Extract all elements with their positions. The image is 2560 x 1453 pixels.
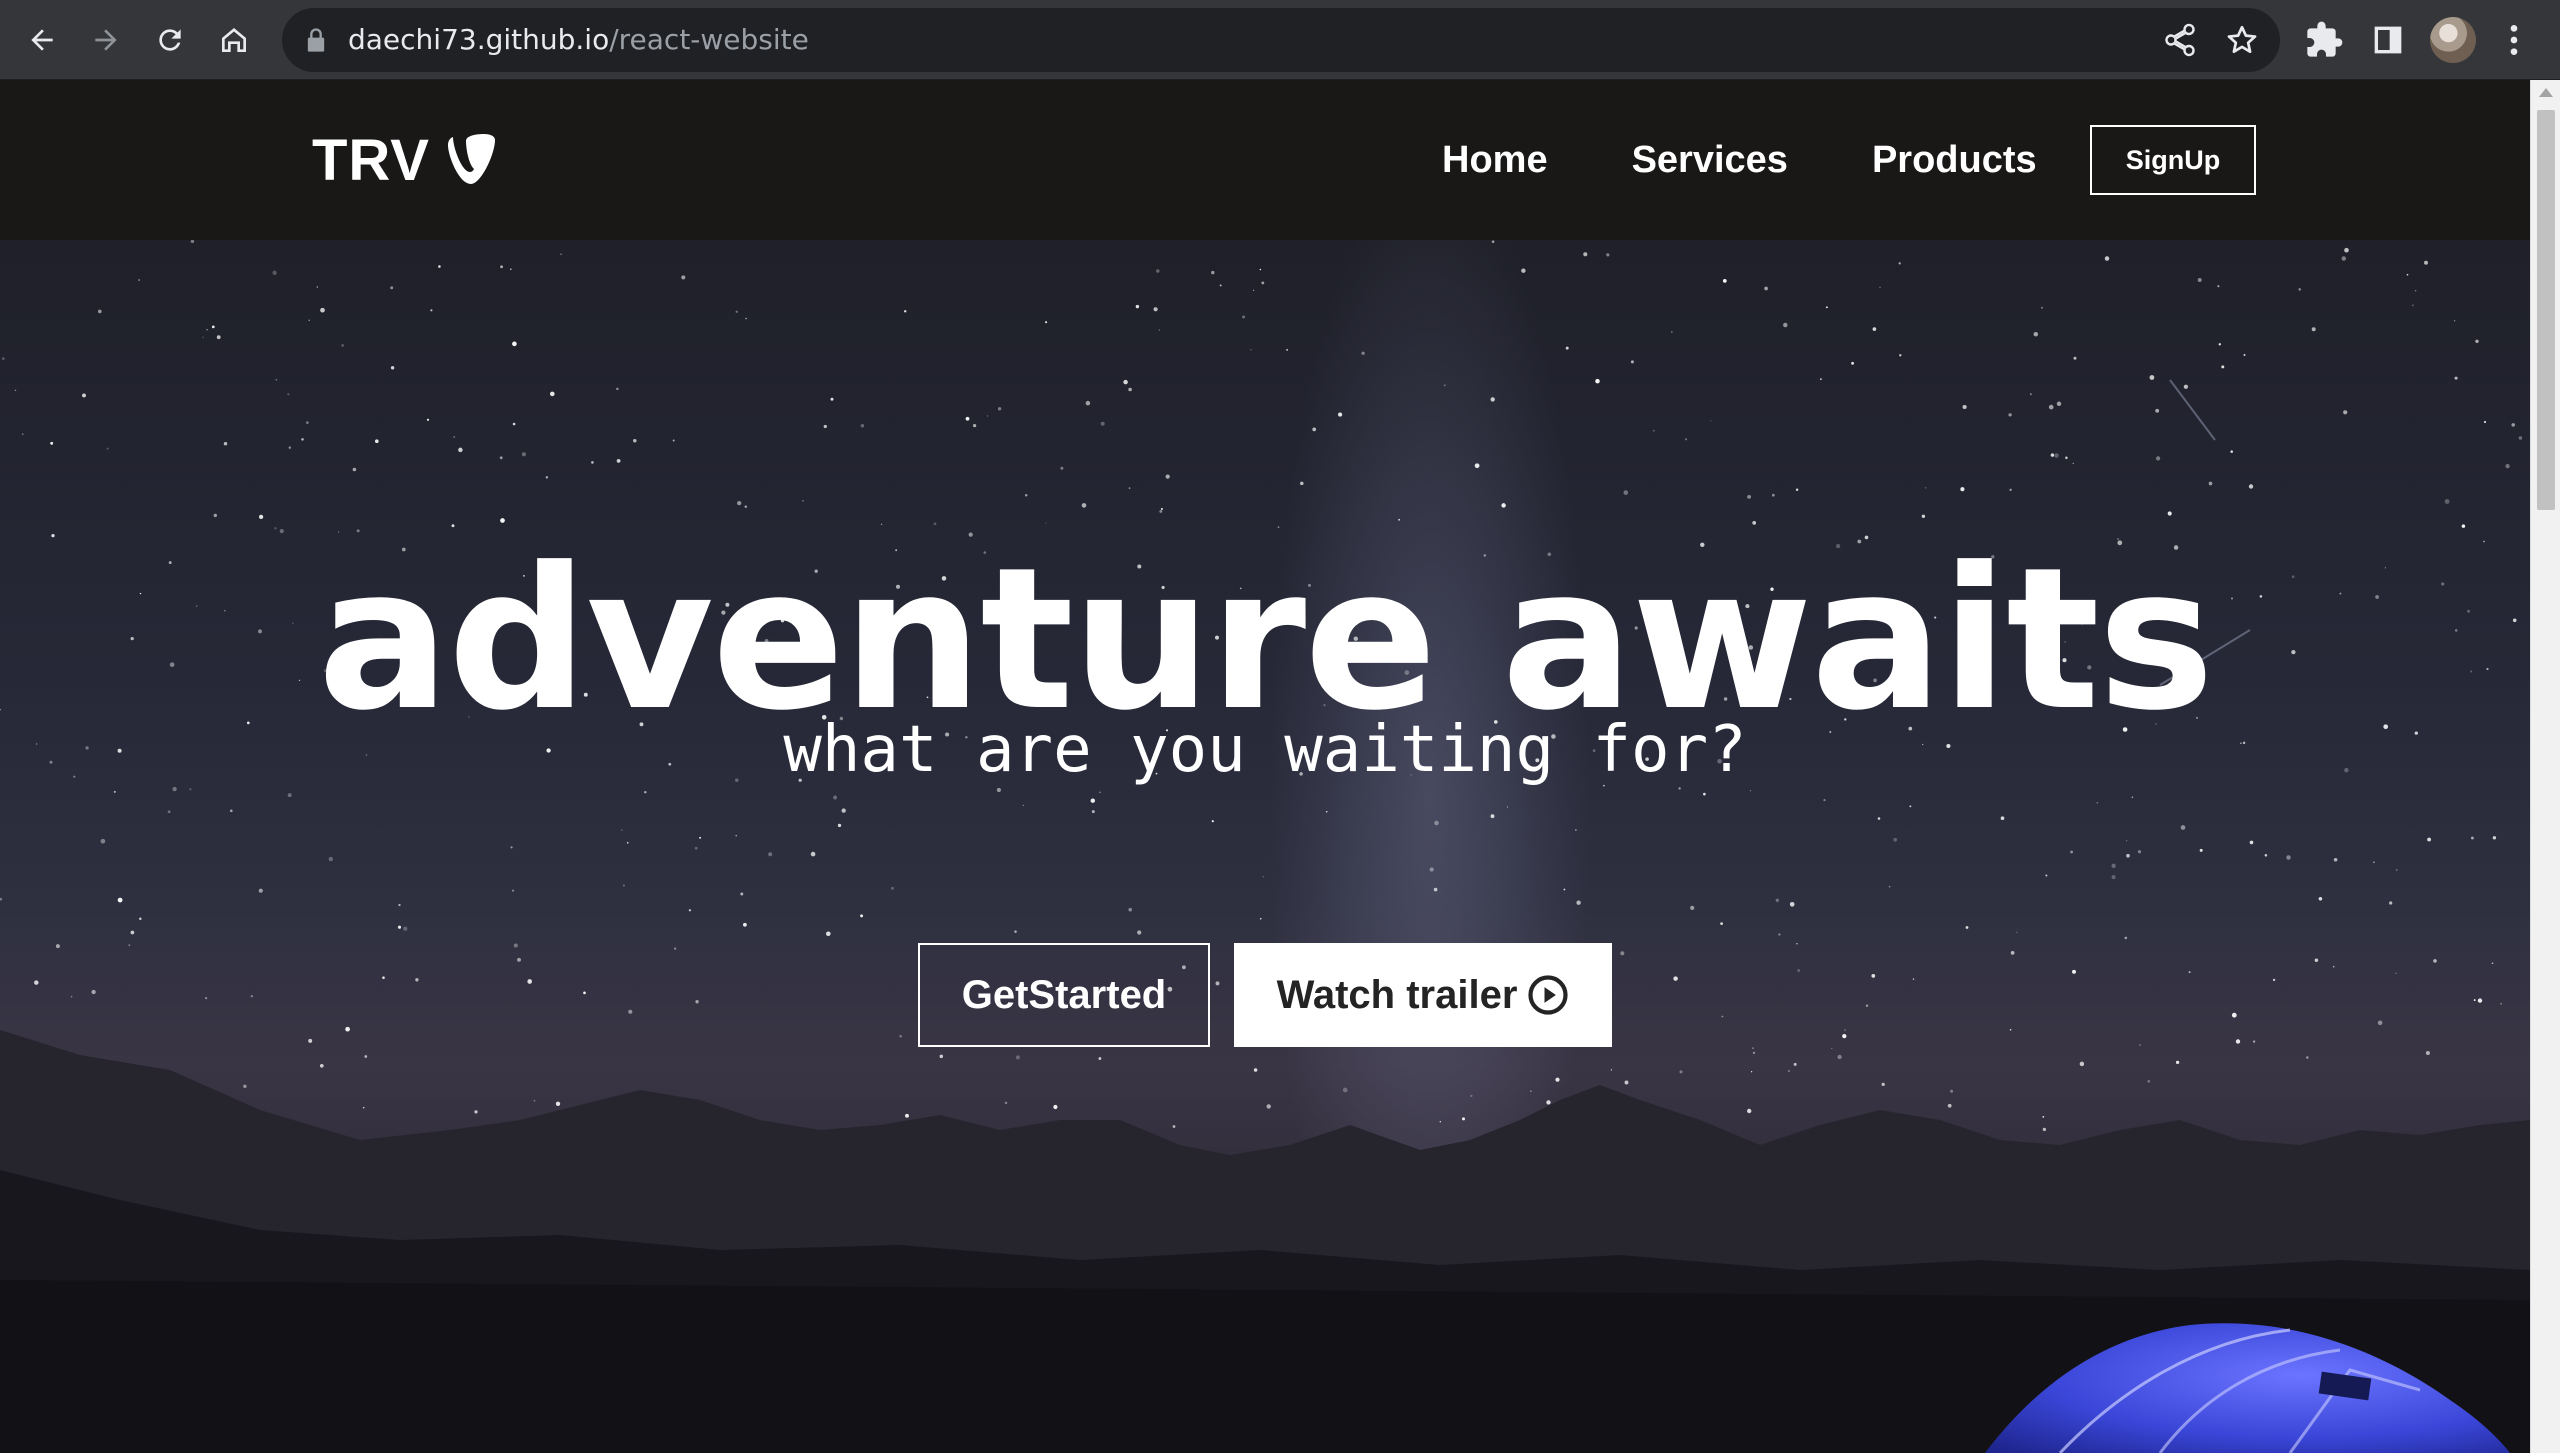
watch-trailer-label: Watch trailer — [1276, 972, 1518, 1017]
url-host: daechi73.github.io — [348, 23, 610, 56]
home-icon — [222, 28, 246, 52]
main-nav: Home Services Products — [1400, 80, 2079, 240]
extensions-icon[interactable] — [2304, 20, 2344, 60]
nav-link-products[interactable]: Products — [1830, 139, 2079, 182]
forward-icon — [95, 29, 117, 51]
nav-link-services[interactable]: Services — [1590, 139, 1830, 182]
get-started-button[interactable]: GetStarted — [918, 943, 1210, 1047]
logo-text: TRV — [312, 127, 430, 193]
signup-button[interactable]: SignUp — [2090, 125, 2256, 195]
reload-button[interactable] — [148, 18, 192, 62]
back-button[interactable] — [20, 18, 64, 62]
share-icon[interactable] — [2162, 22, 2198, 58]
nav-link-home[interactable]: Home — [1400, 139, 1590, 182]
site-logo[interactable]: TRV — [312, 127, 498, 193]
menu-kebab-icon[interactable] — [2494, 20, 2534, 60]
home-button[interactable] — [212, 18, 256, 62]
site-navbar: TRV Home Services Products SignUp — [0, 80, 2530, 240]
lock-icon — [307, 28, 325, 52]
browser-toolbar: daechi73.github.io/react-website — [0, 0, 2560, 80]
tent-image — [1985, 1323, 2510, 1453]
bookmark-star-icon[interactable] — [2224, 22, 2260, 58]
profile-avatar[interactable] — [2430, 17, 2476, 63]
scroll-up-arrow[interactable] — [2539, 88, 2553, 97]
page-viewport: TRV Home Services Products SignUp advent… — [0, 80, 2530, 1453]
scrollbar-thumb[interactable] — [2537, 110, 2555, 510]
reload-icon — [159, 29, 181, 51]
url-path: /react-website — [609, 23, 809, 56]
forward-button[interactable] — [84, 18, 128, 62]
back-icon — [31, 29, 53, 51]
url-text[interactable]: daechi73.github.io/react-website — [348, 8, 809, 72]
side-panel-icon[interactable] — [2368, 20, 2408, 60]
hero-subtitle: what are you waiting for? — [783, 713, 1747, 787]
typo3-logo-icon — [447, 134, 495, 184]
page-scrollbar[interactable] — [2530, 80, 2560, 1453]
hero-section: adventure awaits what are you waiting fo… — [0, 240, 2530, 1453]
address-bar[interactable]: daechi73.github.io/react-website — [282, 8, 2280, 72]
play-circle-icon — [1528, 975, 1569, 1015]
watch-trailer-button[interactable]: Watch trailer — [1234, 943, 1612, 1047]
